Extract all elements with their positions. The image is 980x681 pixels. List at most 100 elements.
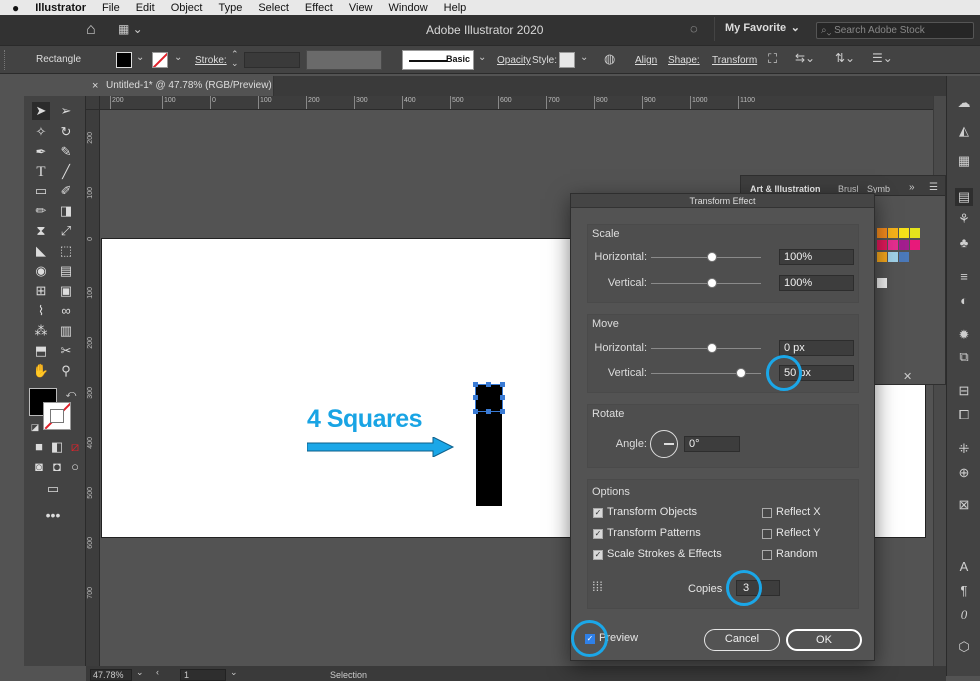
align-panel-icon[interactable]: ⊟ (955, 382, 973, 400)
swap-fill-stroke-icon[interactable]: ⤺ (62, 386, 80, 404)
paragraph-panel-icon[interactable]: ¶ (955, 582, 973, 600)
shape-link[interactable]: Shape: (668, 55, 700, 66)
column-graph-tool-icon[interactable]: ▥ (57, 322, 75, 340)
transform-objects-label[interactable]: Transform Objects (607, 506, 697, 518)
graphic-styles-panel-icon[interactable]: ⧉ (955, 348, 973, 366)
panel-collapse-icon[interactable]: » (909, 182, 915, 193)
stroke-color-box[interactable] (43, 402, 71, 430)
symbols-panel-icon[interactable]: ♣ (955, 234, 973, 252)
menu-illustrator[interactable]: Illustrator (27, 2, 94, 14)
swatch-grid[interactable] (877, 228, 927, 264)
draw-behind-icon[interactable]: ◘ (48, 458, 66, 476)
default-fill-stroke-icon[interactable]: ◪ (26, 418, 44, 436)
apple-menu-icon[interactable]: ● (0, 1, 27, 15)
pathfinder-panel-icon[interactable]: ⧠ (955, 406, 973, 424)
menu-edit[interactable]: Edit (128, 2, 163, 14)
stroke-swatch[interactable] (152, 52, 168, 68)
horizontal-ruler[interactable]: 200 100 0 100 200 300 400 500 600 700 800 900 1000 11… (86, 96, 946, 110)
brush-definition[interactable]: Basic (402, 50, 474, 70)
menu-window[interactable]: Window (381, 2, 436, 14)
3d-panel-icon[interactable]: ⬡ (955, 638, 973, 656)
stroke-dropdown-icon[interactable]: ⌄ (174, 52, 182, 63)
isolate-icon[interactable]: ⛶ (768, 51, 777, 67)
none-mode-icon[interactable]: ⧄ (66, 438, 84, 456)
brush-dropdown-icon[interactable]: ⌄ (478, 52, 486, 63)
properties-panel-icon[interactable]: ▤ (955, 188, 973, 206)
eyedropper-tool-icon[interactable]: ⌇ (32, 302, 50, 320)
transform-patterns-checkbox[interactable]: ✓ (593, 529, 603, 539)
reflect-x-checkbox[interactable] (762, 508, 772, 518)
cancel-button[interactable]: Cancel (704, 629, 780, 651)
gradient-panel-icon[interactable]: ⊠ (955, 496, 973, 514)
transform-patterns-label[interactable]: Transform Patterns (607, 527, 701, 539)
scale-vertical-knob[interactable] (707, 278, 717, 288)
appearance-panel-icon[interactable]: ✹ (955, 326, 973, 344)
magic-wand-tool-icon[interactable]: ✧ (32, 123, 50, 141)
align-link[interactable]: Align (635, 55, 657, 66)
transform-link[interactable]: Transform (712, 55, 757, 66)
angle-dial[interactable] (650, 430, 678, 458)
curvature-tool-icon[interactable]: ✎ (57, 143, 75, 161)
symbol-sprayer-tool-icon[interactable]: ⁂ (32, 322, 50, 340)
reflect-y-label[interactable]: Reflect Y (776, 527, 820, 539)
free-transform-tool-icon[interactable]: ⬚ (57, 242, 75, 260)
shape-builder-tool-icon[interactable]: ◉ (32, 262, 50, 280)
headline-text[interactable]: 4 Squares (307, 405, 423, 434)
transform-panel-icon[interactable]: ⁜ (955, 440, 973, 458)
color-guide-panel-icon[interactable]: ⊕ (955, 464, 973, 482)
random-label[interactable]: Random (776, 548, 818, 560)
selected-square-bounds[interactable] (473, 382, 505, 414)
draw-inside-icon[interactable]: ○ (66, 458, 84, 476)
character-panel-icon[interactable]: A (955, 558, 973, 576)
stroke-label[interactable]: Stroke: (195, 55, 227, 66)
menu-object[interactable]: Object (163, 2, 211, 14)
stroke-panel-icon[interactable]: ≡ (955, 268, 973, 286)
reference-point-icon[interactable]: ⁞⁞⁞ (592, 580, 608, 596)
stroke-weight-input[interactable] (244, 52, 300, 68)
style-swatch[interactable] (559, 52, 575, 68)
color-mode-icon[interactable]: ■ (30, 438, 48, 456)
scale-strokes-checkbox[interactable]: ✓ (593, 550, 603, 560)
menu-view[interactable]: View (341, 2, 381, 14)
artboard-nav-prev-icon[interactable]: ‹ (156, 667, 159, 677)
scale-horizontal-knob[interactable] (707, 252, 717, 262)
libraries-panel-icon[interactable]: ☁ (955, 94, 973, 112)
pencil-tool-icon[interactable]: ✏ (32, 202, 50, 220)
variable-width-profile[interactable] (306, 50, 382, 70)
lasso-tool-icon[interactable]: ↻ (57, 123, 75, 141)
perspective-grid-tool-icon[interactable]: ▤ (57, 262, 75, 280)
width-tool-icon[interactable]: ◣ (32, 242, 50, 260)
distribute-options-icon[interactable]: ⇅⌄ (835, 51, 855, 65)
stock-search-input[interactable]: ⌕⌄ Search Adobe Stock (816, 22, 974, 39)
scale-vertical-slider[interactable] (651, 283, 761, 284)
layers-panel-icon[interactable]: ◭ (955, 122, 973, 140)
move-vertical-knob[interactable] (736, 368, 746, 378)
arrange-documents-icon[interactable]: ▦ ⌄ (118, 22, 143, 36)
screen-mode-icon[interactable]: ▭ (44, 480, 62, 498)
artboard-number-field[interactable]: 1 (180, 669, 226, 681)
transparency-panel-icon[interactable]: ◐ (955, 292, 973, 310)
angle-input[interactable]: 0° (684, 436, 740, 452)
artboards-panel-icon[interactable]: ▦ (955, 152, 973, 170)
menu-file[interactable]: File (94, 2, 128, 14)
reflect-y-checkbox[interactable] (762, 529, 772, 539)
stroke-stepper-icon[interactable]: ⌃ ⌄ (231, 50, 239, 68)
swatch-white[interactable] (877, 278, 887, 288)
artboard-dropdown-icon[interactable]: ⌄ (230, 667, 238, 678)
scale-horizontal-slider[interactable] (651, 257, 761, 258)
gradient-tool-icon[interactable]: ▣ (57, 282, 75, 300)
zoom-tool-icon[interactable]: ⚲ (57, 362, 75, 380)
scale-horizontal-input[interactable]: 100% (779, 249, 854, 265)
ok-button[interactable]: OK (786, 629, 862, 651)
line-tool-icon[interactable]: ╱ (57, 163, 75, 181)
move-horizontal-input[interactable]: 0 px (779, 340, 854, 356)
panel-menu-icon[interactable]: ☰ (929, 182, 938, 193)
panel-footer-tool-icon[interactable]: ✕ (903, 370, 912, 383)
rectangle-tool-icon[interactable]: ▭ (32, 182, 50, 200)
random-checkbox[interactable] (762, 550, 772, 560)
menu-effect[interactable]: Effect (297, 2, 341, 14)
recolor-artwork-icon[interactable]: ◍ (604, 51, 615, 67)
panel-menu-icon[interactable]: ☰⌄ (872, 51, 893, 65)
opentype-panel-icon[interactable]: 0 (955, 606, 973, 624)
direct-selection-tool-icon[interactable]: ➢ (57, 102, 75, 120)
